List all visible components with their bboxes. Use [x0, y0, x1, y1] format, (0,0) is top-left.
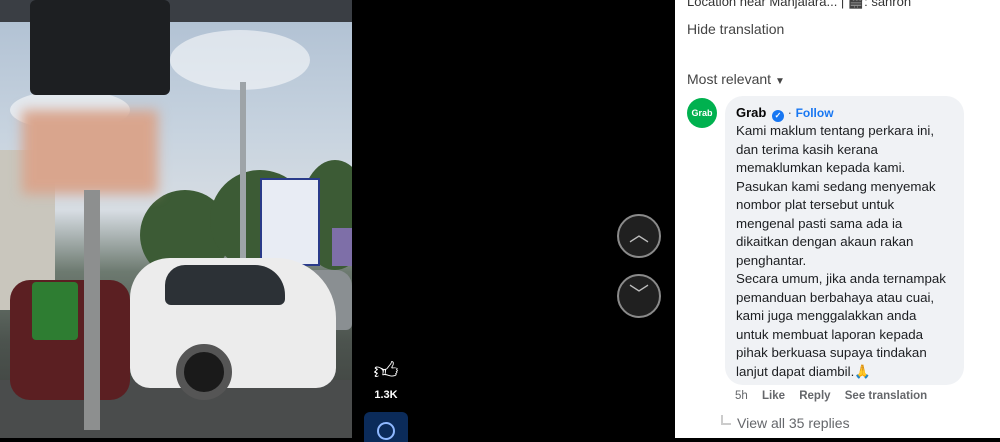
follow-button[interactable]: Follow: [796, 106, 834, 120]
previous-video-button[interactable]: ︿: [617, 214, 661, 258]
search-icon: [377, 422, 395, 440]
roadside-banner: [332, 228, 352, 266]
caret-down-icon: ▼: [775, 76, 785, 87]
video-stage: 👍︎ 1.3K ︿ ﹀: [0, 0, 675, 442]
video-frame[interactable]: [0, 0, 352, 438]
cloud: [170, 30, 310, 90]
traffic-signal: [30, 0, 170, 95]
delivery-box: [32, 282, 78, 340]
street-lamp: [240, 82, 246, 282]
view-replies-link[interactable]: View all 35 replies: [721, 415, 850, 431]
comment-actions: 5h Like Reply See translation: [735, 390, 938, 402]
like-count: 1.3K: [374, 389, 398, 401]
chevron-down-icon: ﹀: [629, 284, 649, 306]
like-comment-button[interactable]: Like: [762, 390, 785, 402]
verified-badge-icon: ✓: [771, 110, 784, 122]
avatar[interactable]: Grab: [687, 98, 717, 128]
location-line: Location near Manjalara... | 🎬: sahron: [687, 0, 912, 9]
comment-bubble: Grab ✓ · Follow Kami maklum tentang perk…: [725, 96, 964, 385]
see-translation-link[interactable]: See translation: [845, 390, 927, 402]
blurred-sign: [22, 110, 158, 194]
roadside-banner: [260, 178, 320, 266]
view-replies-label: View all 35 replies: [737, 415, 850, 431]
car-wheel: [176, 344, 232, 400]
reply-button[interactable]: Reply: [799, 390, 830, 402]
like-button[interactable]: 👍︎ 1.3K: [362, 358, 410, 408]
reply-thread-line: [721, 415, 731, 425]
thumbs-up-icon: 👍︎: [373, 358, 399, 385]
comment-time: 5h: [735, 390, 748, 402]
hide-translation-link[interactable]: Hide translation: [687, 21, 784, 37]
next-video-button[interactable]: ﹀: [617, 274, 661, 318]
separator-dot: ·: [787, 105, 792, 120]
comment-author-line: Grab ✓ · Follow: [736, 104, 953, 122]
car-window: [165, 265, 285, 305]
comment-text: Kami maklum tentang perkara ini, dan ter…: [736, 123, 946, 379]
comments-panel: Location near Manjalara... | 🎬: sahron H…: [675, 0, 1000, 438]
comment-author[interactable]: Grab: [736, 105, 766, 120]
chevron-up-icon: ︿: [629, 224, 649, 246]
sign-pole: [84, 190, 100, 430]
sort-label: Most relevant: [687, 71, 772, 87]
sort-dropdown[interactable]: Most relevant ▼: [687, 71, 785, 87]
